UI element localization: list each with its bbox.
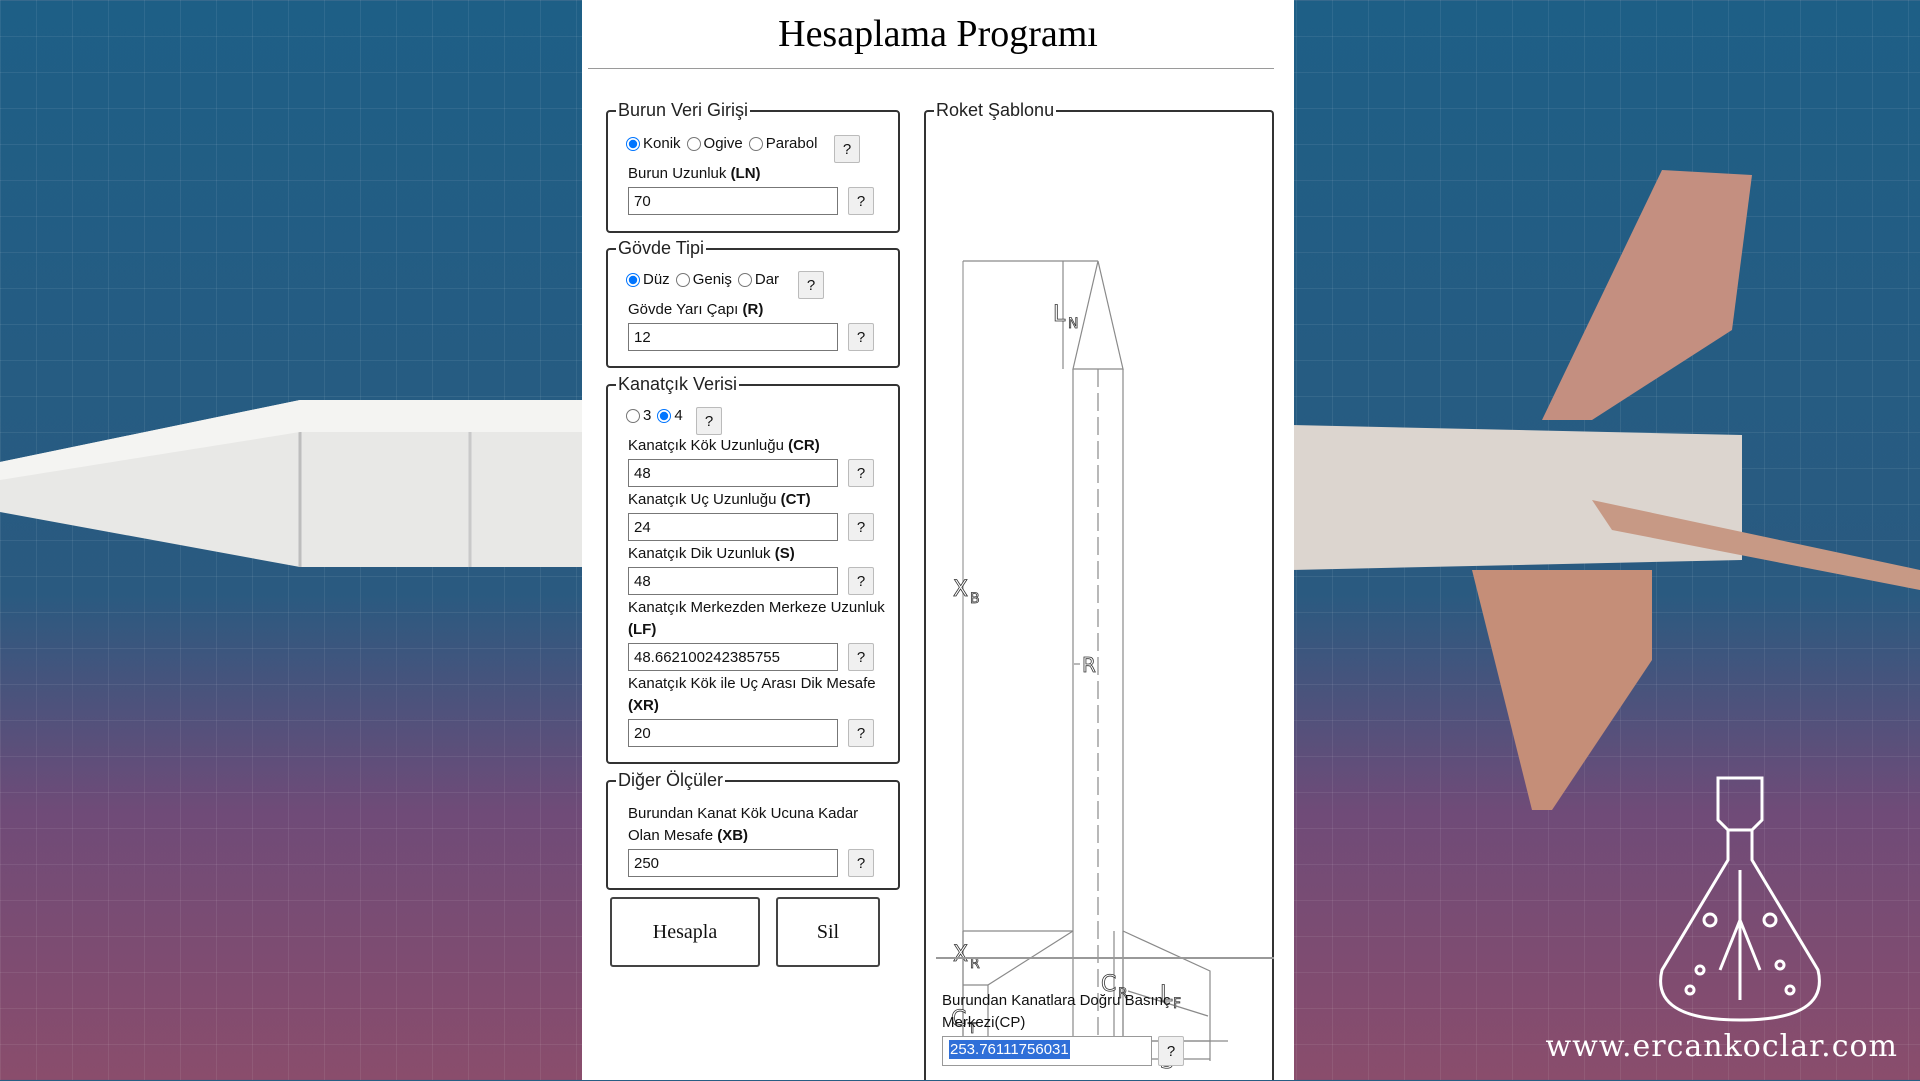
body-radius-input[interactable] bbox=[628, 323, 838, 351]
fin-cr-label: Kanatçık Kök Uzunluğu (CR) bbox=[628, 435, 820, 457]
label-text: Kanatçık Uç Uzunluğu bbox=[628, 491, 777, 508]
title-divider bbox=[588, 68, 1274, 69]
fin-xr-label: Kanatçık Kök ile Uç Arası Dik Mesafe (XR… bbox=[628, 673, 898, 717]
fins-legend: Kanatçık Verisi bbox=[618, 374, 738, 394]
calculator-panel: Hesaplama Programı Burun Veri Girişi Kon… bbox=[582, 0, 1294, 1080]
nose-option-label: Ogive bbox=[703, 135, 743, 152]
fin-count-radio-4[interactable] bbox=[657, 408, 672, 423]
rocket-template-legend: Roket Şablonu bbox=[936, 100, 1055, 120]
nose-radio-ogive[interactable] bbox=[686, 136, 701, 151]
background-rocket-fins bbox=[1292, 170, 1920, 810]
cp-result-value: 253.76111756031 bbox=[949, 1040, 1070, 1059]
label-r: R bbox=[1082, 653, 1096, 677]
body-type-group: Düz Geniş Dar bbox=[626, 271, 785, 288]
fin-cr-help-button[interactable]: ? bbox=[848, 459, 874, 487]
other-legend: Diğer Ölçüler bbox=[618, 770, 724, 790]
label-text: Kanatçık Merkezden Merkeze Uzunluk bbox=[628, 599, 885, 616]
label-abbr: (LF) bbox=[628, 621, 657, 638]
nose-option-label: Konik bbox=[643, 135, 681, 152]
flask-logo bbox=[1659, 776, 1821, 1022]
body-type-help-button[interactable]: ? bbox=[798, 271, 824, 299]
background-rocket-nose bbox=[0, 400, 600, 567]
result-divider bbox=[936, 957, 1274, 959]
fin-count-radio-3[interactable] bbox=[626, 408, 640, 423]
cp-result-field[interactable]: 253.76111756031 bbox=[942, 1036, 1152, 1066]
label-abbr: (CP) bbox=[994, 1014, 1026, 1031]
fin-s-help-button[interactable]: ? bbox=[848, 567, 874, 595]
fin-lf-label: Kanatçık Merkezden Merkeze Uzunluk (LF) bbox=[628, 597, 898, 641]
cp-help-button[interactable]: ? bbox=[1158, 1036, 1184, 1066]
cp-label: Burundan Kanatlara Doğru Basınç Merkezi(… bbox=[942, 990, 1242, 1034]
nose-length-help-button[interactable]: ? bbox=[848, 187, 874, 215]
fin-s-label: Kanatçık Dik Uzunluk (S) bbox=[628, 543, 795, 565]
page-title: Hesaplama Programı bbox=[778, 13, 1098, 55]
nose-length-input[interactable] bbox=[628, 187, 838, 215]
body-legend: Gövde Tipi bbox=[618, 238, 705, 258]
rocket-template-fieldset: Roket Şablonu L N X B R X R C T C R L F bbox=[924, 100, 1274, 1080]
fin-ct-label: Kanatçık Uç Uzunluğu (CT) bbox=[628, 489, 811, 511]
clear-button[interactable]: Sil bbox=[776, 897, 880, 967]
fin-lf-help-button[interactable]: ? bbox=[848, 643, 874, 671]
label-abbr: (CR) bbox=[788, 437, 820, 454]
fin-count-help-button[interactable]: ? bbox=[696, 407, 722, 435]
fin-count-label: 3 bbox=[643, 407, 652, 424]
label-xr: X bbox=[953, 942, 968, 967]
label-abbr: (CT) bbox=[780, 491, 811, 508]
label-abbr: (S) bbox=[774, 545, 795, 562]
nose-radio-konik[interactable] bbox=[626, 136, 640, 151]
body-radius-label: Gövde Yarı Çapı (R) bbox=[628, 299, 763, 321]
body-option-label: Dar bbox=[754, 271, 780, 288]
nose-fieldset: Burun Veri Girişi Konik Ogive Parabol ? … bbox=[606, 100, 900, 233]
fin-xr-input[interactable] bbox=[628, 719, 838, 747]
label-xb-sub: B bbox=[970, 591, 980, 607]
fin-ct-input[interactable] bbox=[628, 513, 838, 541]
body-radio-duz[interactable] bbox=[626, 272, 640, 287]
label-abbr: (XB) bbox=[717, 827, 749, 844]
xb-help-button[interactable]: ? bbox=[848, 849, 874, 877]
fin-lf-input[interactable] bbox=[628, 643, 838, 671]
watermark-text: www.ercankoclar.com bbox=[1545, 1029, 1898, 1064]
label-text: Gövde Yarı Çapı bbox=[628, 301, 739, 318]
nose-option-label: Parabol bbox=[765, 135, 818, 152]
nose-type-group: Konik Ogive Parabol bbox=[626, 135, 823, 152]
xb-input[interactable] bbox=[628, 849, 838, 877]
nose-radio-parabol[interactable] bbox=[748, 136, 763, 151]
fins-fieldset: Kanatçık Verisi 3 4 ? Kanatçık Kök Uzunl… bbox=[606, 374, 900, 764]
label-abbr: (LN) bbox=[730, 165, 761, 182]
body-radio-genis[interactable] bbox=[675, 272, 690, 287]
fin-cr-input[interactable] bbox=[628, 459, 838, 487]
label-text: Kanatçık Kök ile Uç Arası Dik Mesafe bbox=[628, 675, 876, 692]
label-ln: L bbox=[1053, 302, 1066, 327]
calculate-button[interactable]: Hesapla bbox=[610, 897, 760, 967]
fin-ct-help-button[interactable]: ? bbox=[848, 513, 874, 541]
label-ln-sub: N bbox=[1068, 316, 1078, 332]
fin-s-input[interactable] bbox=[628, 567, 838, 595]
body-radius-help-button[interactable]: ? bbox=[848, 323, 874, 351]
fin-xr-help-button[interactable]: ? bbox=[848, 719, 874, 747]
label-text: Kanatçık Dik Uzunluk bbox=[628, 545, 771, 562]
body-option-label: Düz bbox=[643, 271, 670, 288]
label-text: Kanatçık Kök Uzunluğu bbox=[628, 437, 784, 454]
body-option-label: Geniş bbox=[692, 271, 732, 288]
label-abbr: (R) bbox=[742, 301, 764, 318]
label-abbr: (XR) bbox=[628, 697, 659, 714]
nose-length-label: Burun Uzunluk (LN) bbox=[628, 163, 761, 185]
fin-count-label: 4 bbox=[674, 407, 683, 424]
nose-type-help-button[interactable]: ? bbox=[834, 135, 860, 163]
label-text: Burun Uzunluk bbox=[628, 165, 727, 182]
label-text: Burundan Kanatlara Doğru Basınç Merkezi bbox=[942, 992, 1171, 1031]
label-xb: X bbox=[953, 577, 968, 602]
fin-count-group: 3 4 bbox=[626, 407, 689, 424]
other-fieldset: Diğer Ölçüler Burundan Kanat Kök Ucuna K… bbox=[606, 770, 900, 890]
body-fieldset: Gövde Tipi Düz Geniş Dar ? Gövde Yarı Ça… bbox=[606, 238, 900, 368]
xb-label: Burundan Kanat Kök Ucuna Kadar Olan Mesa… bbox=[628, 803, 888, 847]
nose-legend: Burun Veri Girişi bbox=[618, 100, 749, 120]
body-radio-dar[interactable] bbox=[737, 272, 752, 287]
